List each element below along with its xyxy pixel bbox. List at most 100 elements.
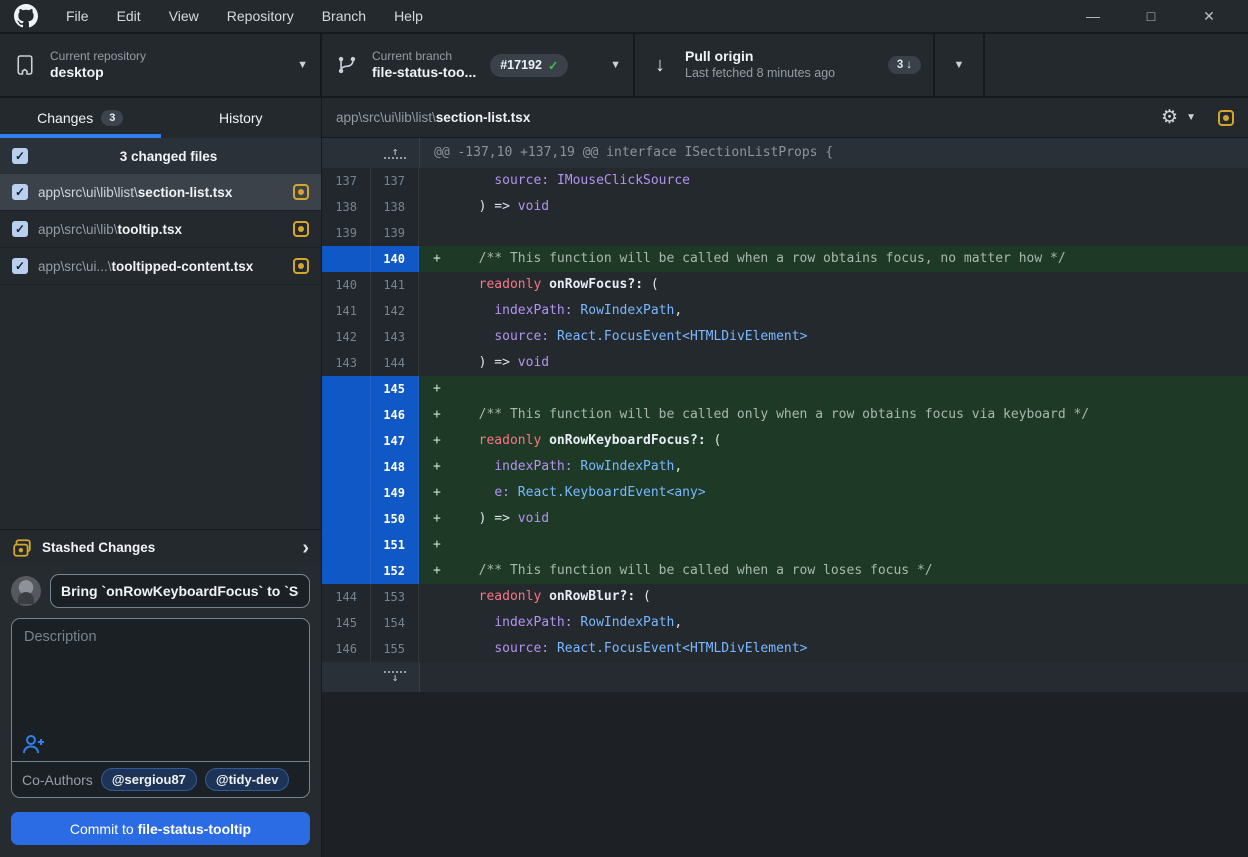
close-button[interactable]: ✕ (1180, 0, 1238, 33)
diff-marker (433, 298, 463, 324)
expand-up-button[interactable]: ↑ (322, 138, 420, 168)
diff-context-line: 139139 (322, 220, 1248, 246)
new-line-number[interactable]: 148 (371, 454, 419, 480)
file-checkbox[interactable]: ✓ (12, 258, 28, 274)
changes-count-badge: 3 (101, 110, 123, 126)
diff-marker (433, 272, 463, 298)
new-line-number[interactable]: 140 (371, 246, 419, 272)
old-line-number[interactable] (322, 532, 371, 558)
old-line-number[interactable]: 142 (322, 324, 371, 350)
new-line-number[interactable]: 153 (371, 584, 419, 610)
file-row[interactable]: ✓app\src\ui...\tooltipped-content.tsx (0, 248, 321, 285)
old-line-number[interactable] (322, 506, 371, 532)
tab-history[interactable]: History (161, 98, 322, 138)
pull-origin-button[interactable]: ↓ Pull origin Last fetched 8 minutes ago… (635, 34, 935, 96)
old-line-number[interactable] (322, 480, 371, 506)
old-line-number[interactable]: 137 (322, 168, 371, 194)
new-line-number[interactable]: 142 (371, 298, 419, 324)
menu-help[interactable]: Help (380, 0, 437, 32)
file-path: app\src\ui\lib\tooltip.tsx (38, 222, 283, 237)
diff-context-line: 138138 ) => void (322, 194, 1248, 220)
pull-arrow-icon: ↓ (647, 54, 673, 77)
menu-repository[interactable]: Repository (213, 0, 308, 32)
old-line-number[interactable]: 144 (322, 584, 371, 610)
new-line-number[interactable]: 151 (371, 532, 419, 558)
new-line-number[interactable]: 138 (371, 194, 419, 220)
pull-origin-subtitle: Last fetched 8 minutes ago (685, 66, 835, 82)
diff-marker (433, 636, 463, 662)
file-row[interactable]: ✓ app\src\ui\lib\tooltip.tsx (0, 211, 321, 248)
old-line-number[interactable]: 146 (322, 636, 371, 662)
new-line-number[interactable]: 154 (371, 610, 419, 636)
menu-view[interactable]: View (155, 0, 213, 32)
new-line-number[interactable]: 155 (371, 636, 419, 662)
old-line-number[interactable]: 139 (322, 220, 371, 246)
diff-added-line: 145+ (322, 376, 1248, 402)
tab-changes[interactable]: Changes 3 (0, 98, 161, 138)
code-line: indexPath: RowIndexPath, (419, 298, 1248, 324)
hunk-header-text: @@ -137,10 +137,19 @@ interface ISection… (420, 138, 1248, 168)
github-desktop-window: FileEditViewRepositoryBranchHelp — □ ✕ C… (0, 0, 1248, 857)
modified-status-icon (293, 258, 309, 274)
old-line-number[interactable]: 145 (322, 610, 371, 636)
menu-branch[interactable]: Branch (308, 0, 380, 32)
diff-pane: app\src\ui\lib\list\section-list.tsx ⚙ ▼… (322, 98, 1248, 857)
commit-description-input[interactable] (12, 619, 309, 761)
coauthor-pill[interactable]: @sergiou87 (101, 768, 197, 791)
branch-dropdown-chevron-icon: ▼ (610, 59, 621, 71)
diff-added-line: 152+ /** This function will be called wh… (322, 558, 1248, 584)
commit-button-prefix: Commit to (70, 821, 138, 837)
coauthor-pill[interactable]: @tidy-dev (205, 768, 290, 791)
file-checkbox[interactable]: ✓ (12, 221, 28, 237)
add-coauthor-button[interactable] (22, 733, 46, 755)
toolbar-empty-area (985, 34, 1248, 96)
old-line-number[interactable]: 140 (322, 272, 371, 298)
code-line: + (419, 532, 1248, 558)
old-line-number[interactable] (322, 246, 371, 272)
new-line-number[interactable]: 152 (371, 558, 419, 584)
diff-added-line: 146+ /** This function will be called on… (322, 402, 1248, 428)
menu-file[interactable]: File (52, 0, 103, 32)
diff-added-line: 147+ readonly onRowKeyboardFocus?: ( (322, 428, 1248, 454)
current-repository-button[interactable]: Current repository desktop ▼ (0, 34, 322, 96)
new-line-number[interactable]: 139 (371, 220, 419, 246)
diff-marker (433, 220, 463, 246)
new-line-number[interactable]: 149 (371, 480, 419, 506)
diff-context-line: 142143 source: React.FocusEvent<HTMLDivE… (322, 324, 1248, 350)
old-line-number[interactable] (322, 454, 371, 480)
new-line-number[interactable]: 144 (371, 350, 419, 376)
new-line-number[interactable]: 147 (371, 428, 419, 454)
commit-button[interactable]: Commit to file-status-tooltip (11, 812, 310, 845)
code-line: ) => void (419, 194, 1248, 220)
file-row[interactable]: ✓app\src\ui\lib\list\section-list.tsx (0, 174, 321, 211)
old-line-number[interactable] (322, 428, 371, 454)
old-line-number[interactable]: 141 (322, 298, 371, 324)
old-line-number[interactable] (322, 558, 371, 584)
new-line-number[interactable]: 141 (371, 272, 419, 298)
diff-file-path: app\src\ui\lib\list\section-list.tsx (336, 110, 530, 125)
old-line-number[interactable]: 138 (322, 194, 371, 220)
old-line-number[interactable]: 143 (322, 350, 371, 376)
new-line-number[interactable]: 145 (371, 376, 419, 402)
expand-down-button[interactable]: ↓ (322, 662, 420, 692)
old-line-number[interactable] (322, 402, 371, 428)
stashed-changes-row[interactable]: Stashed Changes › (0, 529, 321, 565)
new-line-number[interactable]: 143 (371, 324, 419, 350)
pull-count-badge: 3 ↓ (888, 56, 921, 74)
changes-sidebar: Changes 3 History ✓ 3 changed files ✓app… (0, 98, 322, 857)
pull-dropdown-button[interactable]: ▼ (935, 34, 985, 96)
minimize-button[interactable]: — (1064, 0, 1122, 33)
diff-options-chevron-icon[interactable]: ▼ (1186, 112, 1196, 123)
code-line: readonly onRowBlur?: ( (419, 584, 1248, 610)
new-line-number[interactable]: 150 (371, 506, 419, 532)
menu-edit[interactable]: Edit (103, 0, 155, 32)
new-line-number[interactable]: 146 (371, 402, 419, 428)
current-branch-button[interactable]: Current branch file-status-too... #17192… (322, 34, 635, 96)
old-line-number[interactable] (322, 376, 371, 402)
maximize-button[interactable]: □ (1122, 0, 1180, 33)
gear-icon[interactable]: ⚙ (1161, 108, 1178, 127)
file-checkbox[interactable]: ✓ (12, 184, 28, 200)
commit-summary-input[interactable] (50, 574, 310, 608)
select-all-checkbox[interactable]: ✓ (12, 148, 28, 164)
new-line-number[interactable]: 137 (371, 168, 419, 194)
